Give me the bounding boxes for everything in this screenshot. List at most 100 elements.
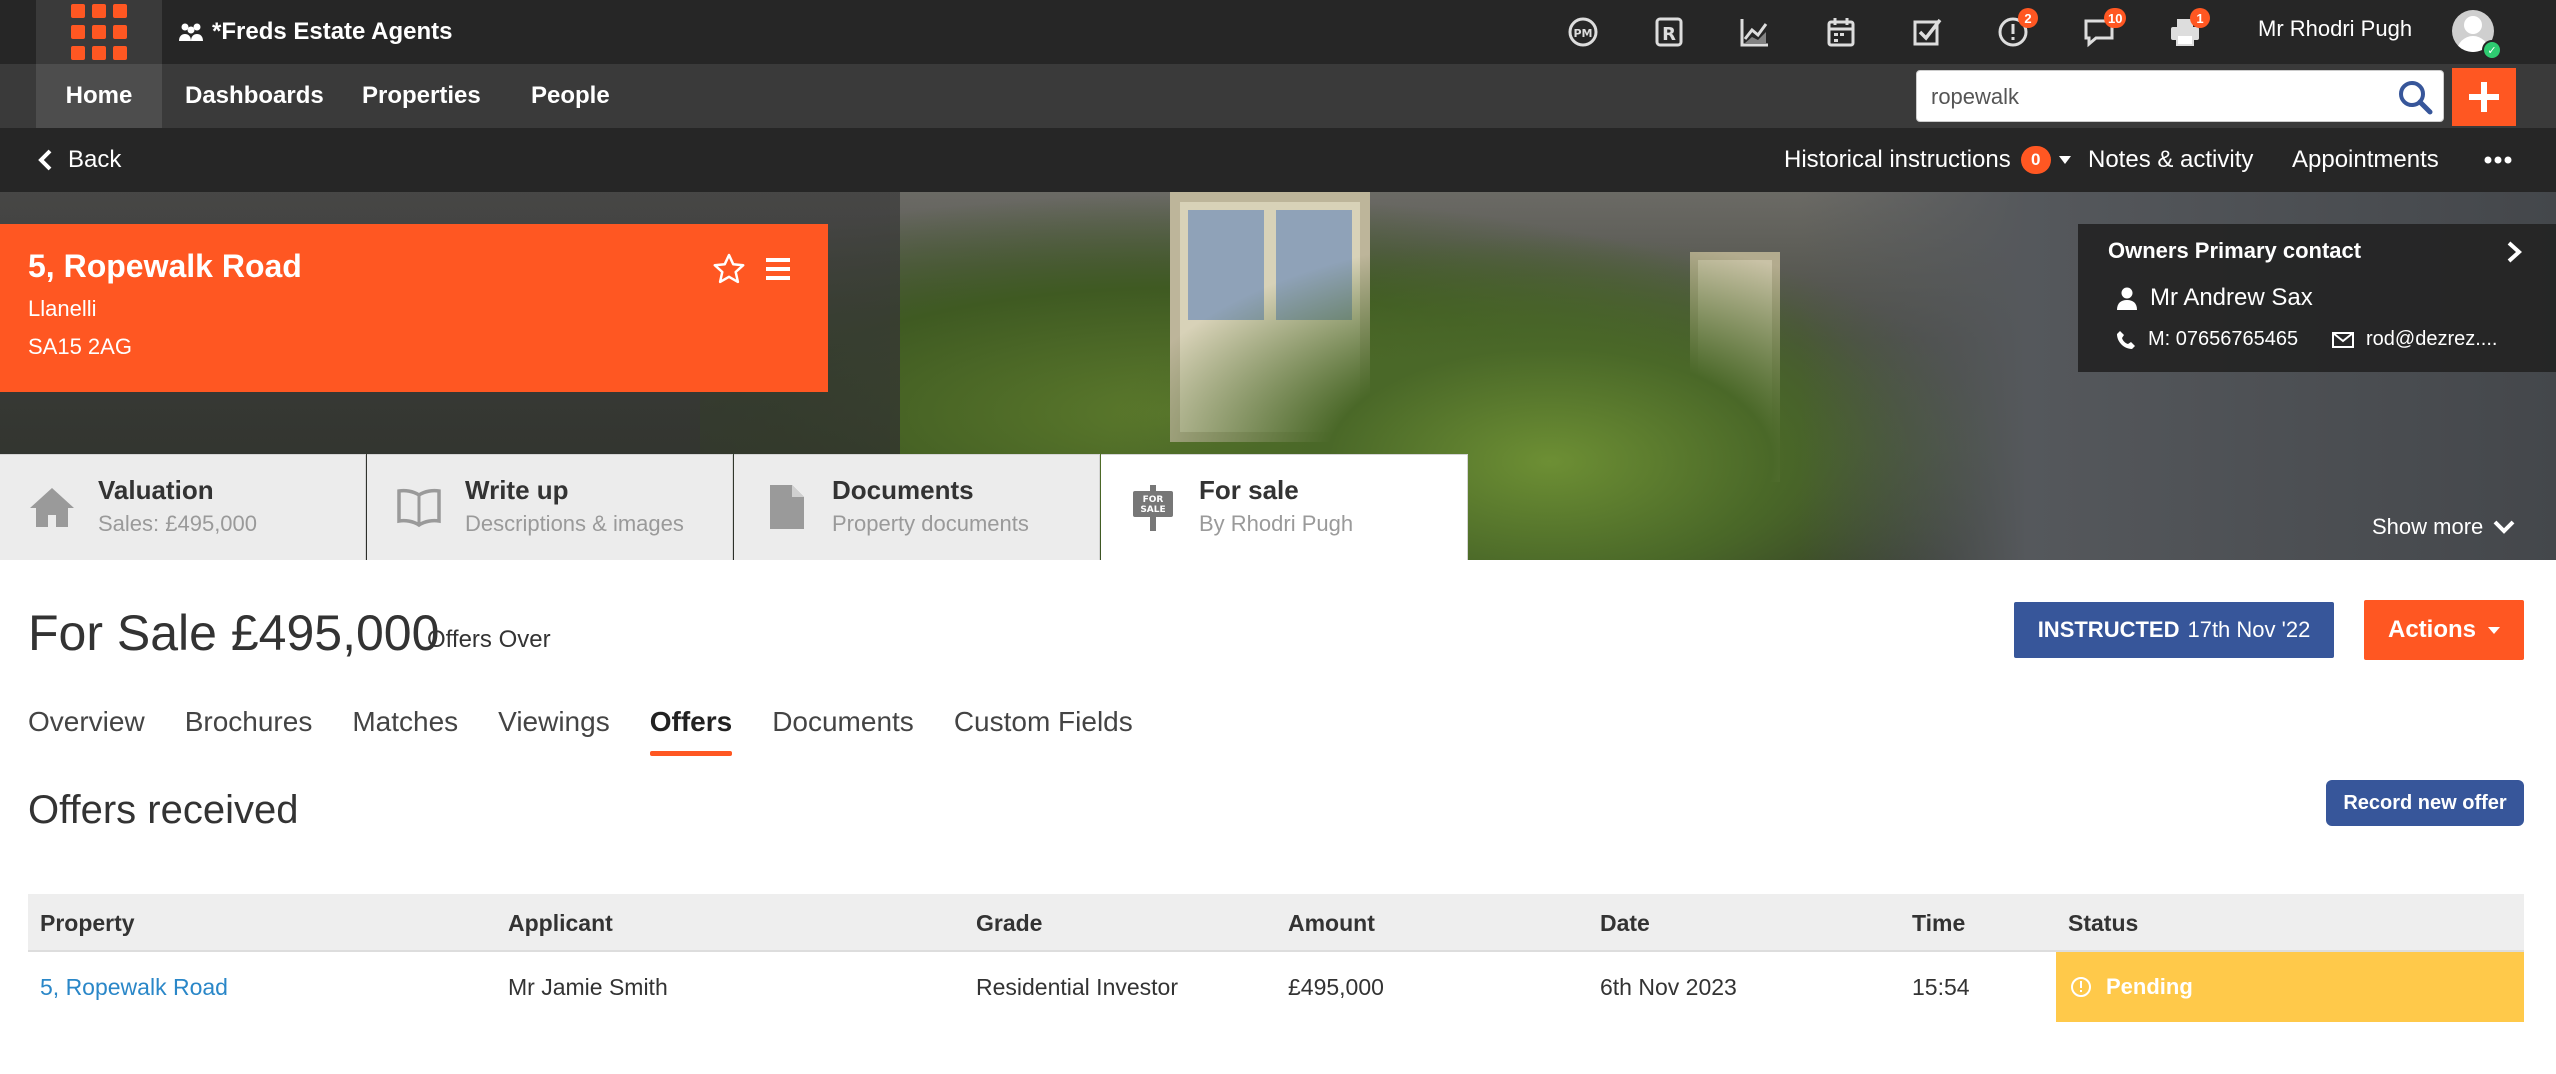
offer-applicant: Mr Jamie Smith [508,973,668,1000]
property-title: 5, Ropewalk Road [28,248,302,284]
section-title: Offers received [28,788,299,832]
column-header-property[interactable]: Property [40,894,135,952]
online-status-icon: ✓ [2482,40,2502,60]
person-icon [2117,287,2137,310]
appointments-link[interactable]: Appointments [2292,128,2439,192]
svg-text:FOR: FOR [1143,495,1164,505]
user-menu[interactable]: Mr Rhodri Pugh [2258,16,2412,42]
grid-logo-icon [71,4,127,60]
favourite-star-icon[interactable] [712,252,746,286]
owner-phone-row: M: 07656765465 [2116,328,2298,351]
price-qualifier: Offers Over [427,626,551,653]
print-count-badge: 1 [2190,8,2210,28]
search-input[interactable] [1931,81,2371,113]
phone-icon [2117,330,2135,349]
show-more-button[interactable]: Show more [2372,514,2515,540]
nav-dashboards[interactable]: Dashboards [185,64,324,128]
tab-custom-fields[interactable]: Custom Fields [954,706,1133,756]
stage-subtitle: Descriptions & images [465,511,684,536]
print-icon[interactable]: 1 [2142,8,2228,56]
owner-contact-card: Owners Primary contact Mr Andrew Sax M: … [2078,224,2556,372]
chevron-right-icon[interactable] [2502,240,2526,264]
status-label: INSTRUCTED [2037,617,2180,642]
alert-icon[interactable]: 2 [1970,8,2056,56]
email-icon [2332,331,2354,348]
tasks-icon[interactable] [1884,8,1970,56]
column-header-status[interactable]: Status [2068,894,2138,952]
context-bar: Back Historical instructions 0 Notes & a… [0,128,2556,192]
listing-price: For Sale £495,000 [28,605,440,661]
property-address-card: 5, Ropewalk Road Llanelli SA15 2AG [0,224,828,392]
listing-tabs: Overview Brochures Matches Viewings Offe… [28,706,1173,756]
stage-for-sale[interactable]: FOR SALE For sale By Rhodri Pugh [1101,454,1468,560]
search-icon[interactable] [2397,79,2433,115]
show-more-label: Show more [2372,514,2484,539]
messages-icon[interactable]: 10 [2056,8,2142,56]
app-launcher-button[interactable] [36,0,162,64]
document-icon [770,485,804,529]
owner-heading: Owners Primary contact [2108,238,2362,263]
stage-title: Valuation [98,475,214,505]
rightmove-icon[interactable]: R [1626,8,1712,56]
plus-icon [2469,82,2499,112]
tab-brochures[interactable]: Brochures [185,706,313,756]
tab-viewings[interactable]: Viewings [498,706,610,756]
column-header-applicant[interactable]: Applicant [508,894,613,952]
agency-switcher[interactable]: *Freds Estate Agents [178,18,453,46]
chart-icon[interactable] [1712,8,1798,56]
stage-write-up[interactable]: Write up Descriptions & images [367,454,733,560]
chevron-left-icon [38,149,52,171]
offer-status[interactable]: Pending [2056,952,2524,1022]
owner-name[interactable]: Mr Andrew Sax [2150,284,2313,312]
stage-title: Write up [465,475,569,505]
stage-title: Documents [832,475,974,505]
stage-subtitle: Sales: £495,000 [98,511,258,536]
offer-property-link[interactable]: 5, Ropewalk Road [40,952,228,1022]
more-options-icon[interactable] [2484,128,2512,192]
record-new-offer-button[interactable]: Record new offer [2326,780,2524,826]
svg-text:SALE: SALE [1140,505,1165,515]
column-header-amount[interactable]: Amount [1288,894,1375,952]
tab-matches[interactable]: Matches [352,706,458,756]
caret-down-icon [2488,626,2500,634]
notes-activity-link[interactable]: Notes & activity [2058,128,2253,192]
owner-name-row: Mr Andrew Sax [2116,284,2313,312]
offer-time: 15:54 [1912,973,1970,1000]
historical-instructions-link[interactable]: Historical instructions 0 [1784,128,2051,192]
column-header-date[interactable]: Date [1600,894,1650,952]
actions-button[interactable]: Actions [2364,600,2524,660]
table-row[interactable]: 5, Ropewalk Road Mr Jamie Smith Resident… [28,952,2524,1022]
historical-instructions-label: Historical instructions [1784,146,2011,173]
nav-people[interactable]: People [531,64,610,128]
property-menu-icon[interactable] [766,258,790,280]
stage-documents[interactable]: Documents Property documents [734,454,1100,560]
stage-valuation[interactable]: Valuation Sales: £495,000 [0,454,366,560]
owner-email[interactable]: rod@dezrez.... [2366,328,2497,351]
svg-text:PM: PM [1573,27,1592,40]
status-badge[interactable]: INSTRUCTED 17th Nov '22 [2014,602,2334,658]
tab-overview[interactable]: Overview [28,706,145,756]
historical-count-badge: 0 [2020,146,2051,174]
stage-subtitle: Property documents [832,511,1029,536]
owner-phone[interactable]: M: 07656765465 [2148,328,2298,351]
tab-documents[interactable]: Documents [772,706,914,756]
quick-add-button[interactable] [2452,68,2516,126]
chevron-down-icon [2493,520,2515,534]
messages-count-badge: 10 [2104,8,2127,28]
stage-title: For sale [1199,475,1299,505]
back-button[interactable]: Back [38,128,121,192]
calendar-icon[interactable] [1798,8,1884,56]
pm-icon[interactable]: PM [1540,8,1626,56]
book-icon [397,488,441,528]
property-town: Llanelli [28,296,97,321]
actions-label: Actions [2387,616,2476,643]
nav-properties[interactable]: Properties [362,64,481,128]
house-icon [30,488,74,527]
top-bar: *Freds Estate Agents PM R 2 10 1 Mr Rhod… [0,0,2556,64]
nav-home[interactable]: Home [36,64,162,128]
top-toolbar: PM R 2 10 1 [1540,8,2228,56]
property-postcode: SA15 2AG [28,334,132,359]
tab-offers[interactable]: Offers [649,706,733,756]
column-header-grade[interactable]: Grade [976,894,1042,952]
column-header-time[interactable]: Time [1912,894,1965,952]
